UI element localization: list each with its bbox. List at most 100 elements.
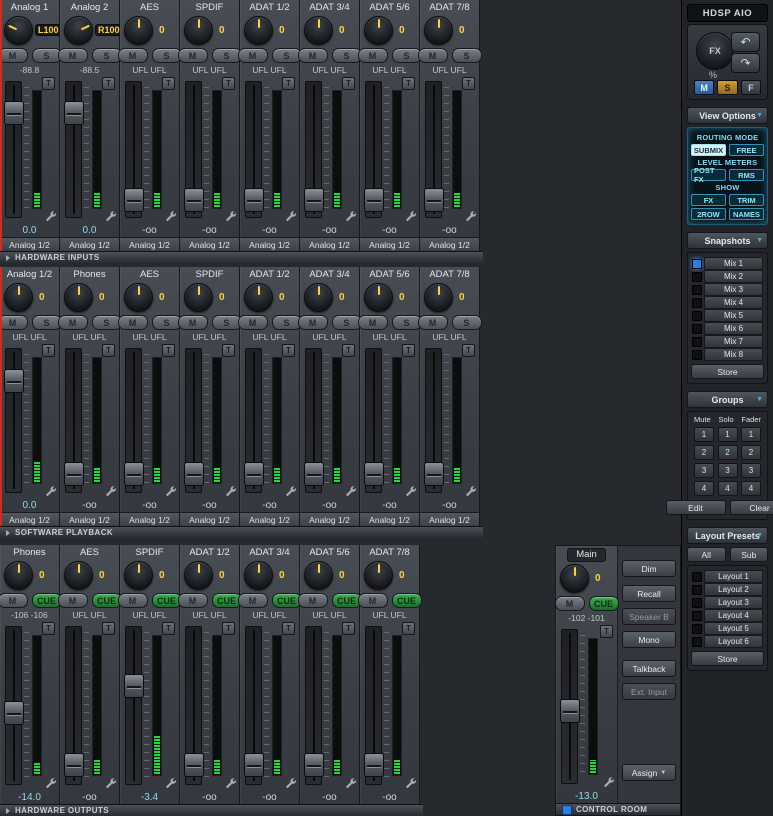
- wrench-icon[interactable]: [224, 210, 237, 223]
- solo-button[interactable]: S: [451, 315, 482, 330]
- wrench-icon[interactable]: [164, 777, 177, 790]
- group-solo-1-button[interactable]: 1: [717, 427, 738, 442]
- fader-track[interactable]: [4, 81, 24, 218]
- channel-knob[interactable]: [124, 282, 153, 312]
- fader-handle[interactable]: [560, 698, 580, 723]
- mute-button[interactable]: M: [57, 593, 88, 608]
- output-assignment[interactable]: Analog 1/2: [300, 237, 359, 251]
- fader-track[interactable]: [64, 81, 84, 218]
- fader-handle[interactable]: [244, 461, 264, 486]
- mute-button[interactable]: M: [177, 593, 208, 608]
- layout-item[interactable]: Layout 5: [692, 622, 763, 635]
- view-option-fx[interactable]: FX: [691, 194, 726, 206]
- mute-button[interactable]: M: [57, 48, 88, 63]
- group-fader-1-button[interactable]: 1: [741, 427, 761, 442]
- fader-track[interactable]: [304, 348, 324, 493]
- fader-handle[interactable]: [364, 461, 384, 486]
- trim-button[interactable]: T: [342, 77, 355, 90]
- fader-handle[interactable]: [124, 673, 144, 698]
- wrench-icon[interactable]: [164, 485, 177, 498]
- mute-button[interactable]: M: [297, 593, 328, 608]
- fader-track[interactable]: [364, 81, 384, 218]
- layouts-store-button[interactable]: Store: [691, 651, 764, 666]
- mute-button[interactable]: M: [417, 315, 448, 330]
- fader-track[interactable]: [124, 348, 144, 493]
- fader-handle[interactable]: [304, 753, 324, 777]
- global-solo-button[interactable]: S: [717, 80, 738, 95]
- wrench-icon[interactable]: [44, 210, 57, 223]
- fader-track[interactable]: [124, 626, 144, 785]
- output-assignment[interactable]: Analog 1/2: [240, 512, 299, 526]
- view-option-trim[interactable]: TRIM: [729, 194, 764, 206]
- groups-header[interactable]: Groups ▼: [687, 391, 768, 408]
- trim-button[interactable]: T: [282, 77, 295, 90]
- channel-knob[interactable]: [244, 282, 273, 312]
- mute-button[interactable]: M: [117, 48, 148, 63]
- layout-item[interactable]: Layout 2: [692, 583, 763, 596]
- wrench-icon[interactable]: [344, 485, 357, 498]
- output-assignment[interactable]: Analog 1/2: [420, 512, 479, 526]
- fader-handle[interactable]: [184, 461, 204, 486]
- channel-knob[interactable]: [124, 15, 153, 45]
- view-option-2row[interactable]: 2ROW: [691, 208, 726, 220]
- section-header-hardware-inputs[interactable]: HARDWARE INPUTS: [0, 251, 483, 263]
- cr-assign-button[interactable]: Assign ▼: [622, 764, 676, 781]
- channel-knob[interactable]: [4, 282, 33, 312]
- cr-mono-button[interactable]: Mono: [622, 631, 676, 648]
- section-header-software-playback[interactable]: SOFTWARE PLAYBACK: [0, 526, 483, 538]
- group-mute-3-button[interactable]: 3: [694, 463, 714, 478]
- trim-button[interactable]: T: [342, 344, 355, 357]
- mute-button[interactable]: M: [357, 593, 388, 608]
- mute-button[interactable]: M: [357, 48, 388, 63]
- trim-button[interactable]: T: [102, 77, 115, 90]
- mute-button[interactable]: M: [0, 315, 28, 330]
- wrench-icon[interactable]: [404, 485, 417, 498]
- fader-track[interactable]: [244, 626, 264, 785]
- fader-track[interactable]: [244, 348, 264, 493]
- view-option-post-fx[interactable]: POST FX: [691, 166, 726, 184]
- fader-handle[interactable]: [184, 187, 204, 212]
- channel-knob[interactable]: [184, 560, 213, 590]
- mute-button[interactable]: M: [237, 315, 268, 330]
- fader-handle[interactable]: [4, 701, 24, 726]
- snapshot-item[interactable]: Mix 6: [692, 322, 763, 335]
- channel-knob[interactable]: [64, 560, 93, 590]
- fader-track[interactable]: [304, 81, 324, 218]
- channel-knob[interactable]: [4, 15, 33, 45]
- wrench-icon[interactable]: [224, 777, 237, 790]
- output-assignment[interactable]: Analog 1/2: [120, 512, 179, 526]
- groups-clear-button[interactable]: Clear: [729, 500, 773, 515]
- output-assignment[interactable]: Analog 1/2: [60, 237, 119, 251]
- trim-button[interactable]: T: [162, 77, 175, 90]
- cr-speaker-b-button[interactable]: Speaker B: [622, 608, 676, 625]
- fader-handle[interactable]: [184, 753, 204, 777]
- output-assignment[interactable]: Analog 1/2: [360, 237, 419, 251]
- mute-button[interactable]: M: [417, 48, 448, 63]
- wrench-icon[interactable]: [404, 210, 417, 223]
- output-assignment[interactable]: Analog 1/2: [180, 512, 239, 526]
- view-options-header[interactable]: View Options ▼: [687, 107, 768, 124]
- fader-track[interactable]: [244, 81, 264, 218]
- snapshot-item[interactable]: Mix 8: [692, 348, 763, 361]
- mute-button[interactable]: M: [0, 593, 28, 608]
- channel-knob[interactable]: [560, 563, 589, 593]
- output-assignment[interactable]: Analog 1/2: [0, 237, 59, 251]
- solo-button[interactable]: S: [451, 48, 482, 63]
- fader-track[interactable]: [64, 348, 84, 493]
- snapshot-item[interactable]: Mix 1: [692, 257, 763, 270]
- channel-knob[interactable]: [364, 560, 393, 590]
- channel-knob[interactable]: [304, 282, 333, 312]
- channel-knob[interactable]: [244, 15, 273, 45]
- fader-track[interactable]: [364, 348, 384, 493]
- snapshots-header[interactable]: Snapshots ▼: [687, 232, 768, 249]
- view-option-submix[interactable]: SUBMIX: [691, 144, 726, 156]
- output-assignment[interactable]: Analog 1/2: [420, 237, 479, 251]
- section-header-hardware-outputs[interactable]: HARDWARE OUTPUTS: [0, 804, 423, 816]
- trim-button[interactable]: T: [282, 622, 295, 635]
- channel-knob[interactable]: [304, 15, 333, 45]
- fader-track[interactable]: [560, 629, 580, 784]
- fader-track[interactable]: [64, 626, 84, 785]
- undo-icon[interactable]: ↶: [731, 32, 760, 52]
- group-solo-3-button[interactable]: 3: [717, 463, 738, 478]
- snapshot-item[interactable]: Mix 7: [692, 335, 763, 348]
